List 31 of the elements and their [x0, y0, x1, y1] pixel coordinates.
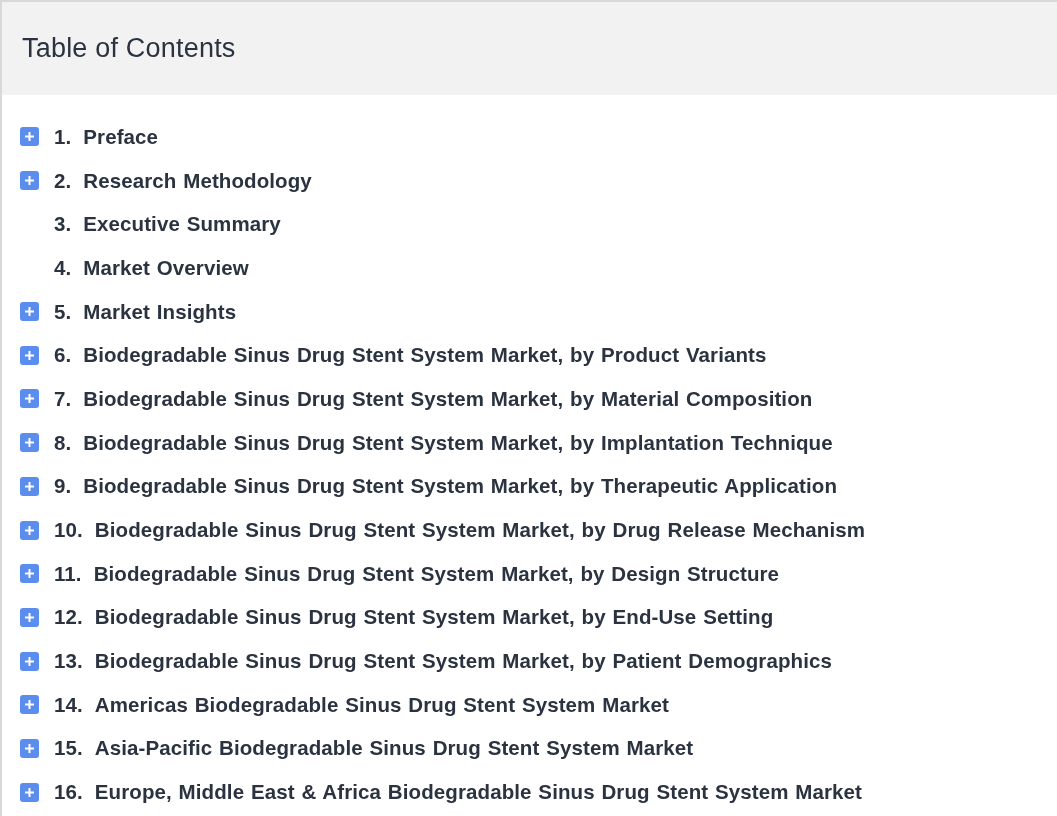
expand-plus-icon[interactable]	[20, 651, 39, 671]
expand-plus-icon[interactable]	[20, 345, 39, 365]
expand-plus-icon[interactable]	[20, 171, 39, 191]
toc-entry-link[interactable]: 15. Asia-Pacific Biodegradable Sinus Drug Stent System Market	[54, 736, 694, 761]
toc-entry-link[interactable]: 12. Biodegradable Sinus Drug Stent System Market, by End-Use Setting	[54, 605, 774, 630]
expand-plus-icon[interactable]	[20, 695, 39, 715]
toc-entry-link[interactable]: 5. Market Insights	[54, 299, 237, 324]
expand-plus-icon[interactable]	[20, 782, 39, 802]
toc-entry-link[interactable]: 16. Europe, Middle East & Africa Biodegradable Sinus Drug Stent System Market	[54, 780, 863, 805]
expand-plus-icon[interactable]	[20, 433, 39, 453]
toc-entry-link[interactable]: 14. Americas Biodegradable Sinus Drug Stent System Market	[54, 692, 669, 717]
toc-entry-link[interactable]: 4. Market Overview	[54, 255, 249, 280]
toc-entry-link[interactable]: 13. Biodegradable Sinus Drug Stent System Market, by Patient Demographics	[54, 649, 832, 674]
toc-entry-link[interactable]: 1. Preface	[54, 124, 159, 149]
expand-plus-icon[interactable]	[20, 607, 39, 627]
toc-title: Table of Contents	[22, 33, 236, 64]
toc-entry-link[interactable]: 3. Executive Summary	[54, 212, 281, 237]
expand-plus-icon[interactable]	[20, 564, 39, 584]
toc-entry-link[interactable]: 6. Biodegradable Sinus Drug Stent System Market, by Product Variants	[54, 343, 767, 368]
expand-plus-icon[interactable]	[20, 302, 39, 322]
toc-entry-link[interactable]: 11. Biodegradable Sinus Drug Stent System Market, by Design Structure	[54, 561, 780, 586]
toc-entry-link[interactable]: 8. Biodegradable Sinus Drug Stent System Market, by Implantation Technique	[54, 430, 833, 455]
expand-plus-icon[interactable]	[20, 738, 39, 758]
expand-plus-icon[interactable]	[20, 127, 39, 147]
expand-plus-icon[interactable]	[20, 520, 39, 540]
toc-entry-link[interactable]: 9. Biodegradable Sinus Drug Stent System Market, by Therapeutic Application	[54, 474, 838, 499]
expand-plus-icon[interactable]	[20, 389, 39, 409]
toc-entry-link[interactable]: 2. Research Methodology	[54, 168, 312, 193]
toc-entry-link[interactable]: 10. Biodegradable Sinus Drug Stent System Market, by Drug Release Mechanism	[54, 518, 866, 543]
toc-entry-link[interactable]: 7. Biodegradable Sinus Drug Stent System Market, by Material Composition	[54, 386, 813, 411]
expand-plus-icon[interactable]	[20, 476, 39, 496]
